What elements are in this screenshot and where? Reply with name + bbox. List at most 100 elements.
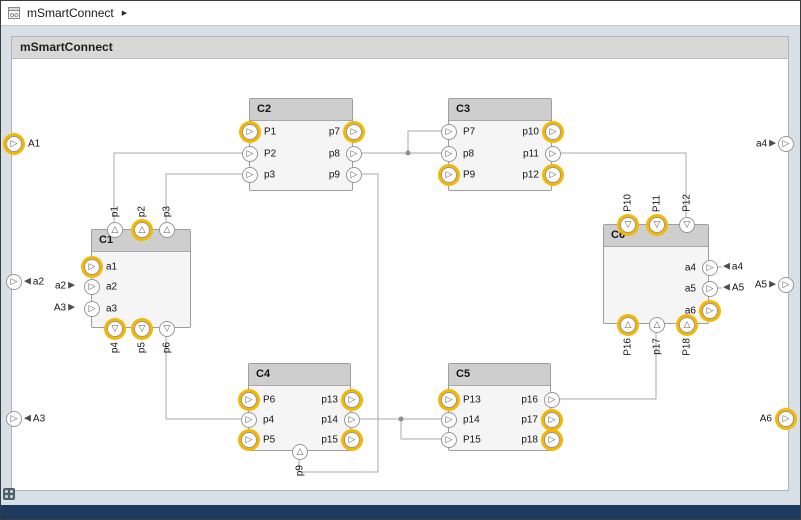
edge-port-A1[interactable]: ▷	[6, 136, 22, 152]
port-c2-p8[interactable]: ▷ p8	[346, 146, 362, 162]
port-c4-p9[interactable]: △ p9	[292, 444, 308, 460]
port-c3-p8[interactable]: ▷ p8	[441, 146, 457, 162]
edge-port-a2[interactable]: ▷	[6, 274, 22, 290]
port-c1-p6[interactable]: ▽ p6	[159, 321, 175, 337]
port-c6-P11[interactable]: ▽ P11	[649, 217, 665, 233]
stub-c6-a4[interactable]: ◀ a4	[723, 262, 743, 273]
port-c2-p3[interactable]: ▷ p3	[242, 167, 258, 183]
port-c3-p12[interactable]: ▷ p12	[545, 167, 561, 183]
edge-port-a2-stub[interactable]: ◀ a2	[24, 277, 44, 288]
model-icon	[7, 6, 21, 20]
port-c1-p1[interactable]: △ p1	[107, 222, 123, 238]
port-c6-P12[interactable]: ▽ P12	[679, 217, 695, 233]
port-label: p9	[295, 465, 306, 476]
port-c1-p2[interactable]: △ p2	[134, 222, 150, 238]
port-label: p11	[523, 149, 539, 160]
port-c5-P13[interactable]: ▷ P13	[441, 392, 457, 408]
port-circle: ▷	[544, 432, 560, 448]
component-c4[interactable]: C4 ▷ P6 ▷ p4 ▷ P5 ▷ p13 ▷ p14 ▷ p15 △ p9	[248, 363, 351, 451]
port-c4-p15[interactable]: ▷ p15	[344, 432, 360, 448]
breadcrumb-expand-icon[interactable]: ▶	[122, 9, 127, 17]
port-c3-p10[interactable]: ▷ p10	[545, 124, 561, 140]
edge-port-A6[interactable]: ▷	[778, 411, 794, 427]
edge-port-a4-stub[interactable]: a4 ▶	[756, 139, 776, 150]
port-circle: ▷	[6, 136, 22, 152]
component-c6[interactable]: C6 ▽ P10 ▽ P11 ▽ P12 ▷ a4 ▷ a5 ▷ a6 △ P1…	[603, 224, 709, 324]
port-circle: ▷	[702, 281, 718, 297]
stub-label: a4	[756, 139, 767, 150]
port-c1-a2[interactable]: ▷ a2	[84, 279, 100, 295]
port-in-icon: ▷	[247, 128, 254, 137]
port-c6-P18[interactable]: △ P18	[679, 317, 695, 333]
wire-c1p6-c4p4[interactable]	[166, 328, 248, 419]
stub-arrow-left-icon: ◀	[24, 278, 31, 287]
port-label: a4	[685, 263, 696, 274]
port-circle: ▷	[441, 392, 457, 408]
component-c2[interactable]: C2 ▷ P1 ▷ P2 ▷ p3 ▷ p7 ▷ p8 ▷ p9	[249, 98, 353, 191]
port-in-icon: ▷	[446, 436, 453, 445]
port-label: p10	[522, 127, 539, 138]
port-c5-p16[interactable]: ▷ p16	[544, 392, 560, 408]
breadcrumb-title[interactable]: mSmartConnect	[27, 6, 114, 20]
port-in-icon: ▷	[446, 128, 453, 137]
port-c5-p18[interactable]: ▷ p18	[544, 432, 560, 448]
wire-c5p16-c6p17[interactable]	[551, 324, 656, 399]
port-c3-P7[interactable]: ▷ P7	[441, 124, 457, 140]
port-c4-p14[interactable]: ▷ p14	[344, 412, 360, 428]
port-c2-p9[interactable]: ▷ p9	[346, 167, 362, 183]
port-c4-P5[interactable]: ▷ P5	[241, 432, 257, 448]
port-label: p3	[264, 170, 275, 181]
port-c6-a5[interactable]: ▷ a5	[702, 281, 718, 297]
stub-c1-a2[interactable]: a2 ▶	[55, 281, 75, 292]
port-c1-p5[interactable]: ▽ p5	[134, 321, 150, 337]
port-circle: ▷	[441, 412, 457, 428]
stub-arrow-right-icon: ▶	[769, 140, 776, 149]
component-c3-title: C3	[449, 99, 551, 121]
port-label: P12	[682, 194, 693, 212]
port-c5-P15[interactable]: ▷ P15	[441, 432, 457, 448]
port-c5-p14[interactable]: ▷ p14	[441, 412, 457, 428]
stub-c1-a3[interactable]: A3 ▶	[54, 303, 75, 314]
port-c4-p4[interactable]: ▷ p4	[241, 412, 257, 428]
edge-port-A5-stub[interactable]: A5 ▶	[755, 280, 776, 291]
port-c3-p11[interactable]: ▷ p11	[545, 146, 561, 162]
edge-port-A3[interactable]: ▷	[6, 411, 22, 427]
port-c6-P10[interactable]: ▽ P10	[620, 217, 636, 233]
edge-port-a4[interactable]: ▷	[778, 136, 794, 152]
port-circle: ▷	[441, 167, 457, 183]
component-c3[interactable]: C3 ▷ P7 ▷ p8 ▷ P9 ▷ p10 ▷ p11 ▷ p12	[448, 98, 552, 191]
wire-c2P2-c1p1[interactable]	[114, 153, 249, 229]
port-c6-a4[interactable]: ▷ a4	[702, 260, 718, 276]
stub-c6-a5[interactable]: ◀ A5	[723, 283, 744, 294]
port-circle: ▷	[545, 146, 561, 162]
port-c6-P16[interactable]: △ P16	[620, 317, 636, 333]
port-out-icon: ▷	[707, 264, 714, 273]
port-down-icon: ▽	[625, 221, 632, 230]
port-c1-p3[interactable]: △ p3	[159, 222, 175, 238]
port-c4-p13[interactable]: ▷ p13	[344, 392, 360, 408]
port-c1-p4[interactable]: ▽ p4	[107, 321, 123, 337]
port-c1-a3[interactable]: ▷ a3	[84, 301, 100, 317]
port-label: P18	[682, 338, 693, 356]
edge-port-A3-stub[interactable]: ◀ A3	[24, 414, 45, 425]
port-c5-p17[interactable]: ▷ p17	[544, 412, 560, 428]
port-c3-P9[interactable]: ▷ P9	[441, 167, 457, 183]
port-label: p16	[521, 395, 538, 406]
wire-c3p11-c6P12[interactable]	[553, 153, 686, 224]
component-c5[interactable]: C5 ▷ P13 ▷ p14 ▷ P15 ▷ p16 ▷ p17 ▷ p18	[448, 363, 551, 451]
port-down-icon: ▽	[139, 325, 146, 334]
port-c2-p7[interactable]: ▷ p7	[346, 124, 362, 140]
port-c6-a6[interactable]: ▷ a6	[702, 303, 718, 319]
port-c1-a1[interactable]: ▷ a1	[84, 259, 100, 275]
wire-c2p3-c1p3[interactable]	[166, 174, 249, 229]
port-label: a3	[106, 304, 117, 315]
port-c6-p17[interactable]: △ p17	[649, 317, 665, 333]
port-c2-P1[interactable]: ▷ P1	[242, 124, 258, 140]
edge-port-A5[interactable]: ▷	[778, 277, 794, 293]
port-c4-P6[interactable]: ▷ P6	[241, 392, 257, 408]
canvas-overlay-icon[interactable]	[3, 488, 15, 500]
stub-label: a2	[33, 277, 44, 288]
component-c1[interactable]: C1 △ p1 △ p2 △ p3 ▷ a1 ▷ a2 ▷ a3 ▽ p4	[91, 229, 191, 328]
port-circle: ▷	[441, 124, 457, 140]
port-c2-P2[interactable]: ▷ P2	[242, 146, 258, 162]
